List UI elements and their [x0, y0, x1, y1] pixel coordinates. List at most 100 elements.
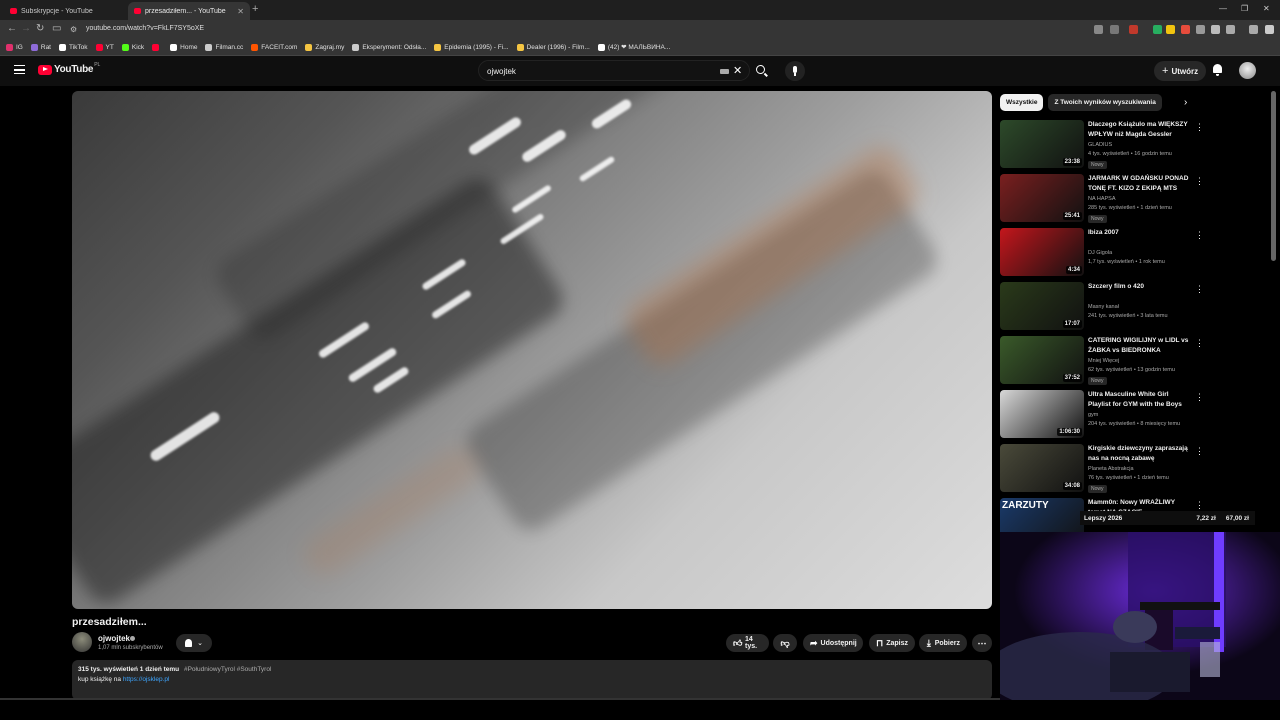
- download-button[interactable]: ⤓ Pobierz: [919, 634, 967, 652]
- more-vertical-icon[interactable]: ⋮: [1195, 392, 1204, 403]
- share-icon[interactable]: [1110, 25, 1119, 34]
- minimize-icon[interactable]: —: [1219, 4, 1227, 13]
- video-thumbnail[interactable]: 1:06:30: [1000, 390, 1084, 438]
- channel-name[interactable]: DJ Gigola: [1088, 250, 1112, 256]
- video-title[interactable]: Ibiza 2007: [1088, 228, 1192, 238]
- more-actions-button[interactable]: ⋯: [972, 634, 992, 652]
- channel-name[interactable]: NA HAPSA: [1088, 196, 1116, 202]
- sidebar-scrollbar[interactable]: [1271, 91, 1276, 261]
- extension-icon[interactable]: [1196, 25, 1205, 34]
- bookmark-page-icon[interactable]: ▭: [52, 23, 61, 34]
- video-thumbnail[interactable]: 4:34: [1000, 228, 1084, 276]
- reload-icon[interactable]: ↻: [36, 23, 44, 34]
- bookmark-item[interactable]: Epidemia (1995) - Fi...: [434, 43, 509, 51]
- save-button[interactable]: ⊓ Zapisz: [869, 634, 915, 652]
- keyboard-icon[interactable]: [720, 69, 729, 74]
- close-tab-icon[interactable]: ✕: [237, 7, 244, 16]
- extension-icon[interactable]: [1153, 25, 1162, 34]
- chevron-right-icon[interactable]: ›: [1184, 97, 1187, 108]
- recommended-video[interactable]: 37:52 CATERING WIGILIJNY w LIDL vs ŻABKA …: [1000, 336, 1204, 388]
- search-input[interactable]: ojwojtek: [487, 67, 516, 76]
- recommended-video[interactable]: 1:06:30 Ultra Masculine White Girl Playli…: [1000, 390, 1204, 442]
- more-vertical-icon[interactable]: ⋮: [1195, 176, 1204, 187]
- recommended-video[interactable]: 25:41 JARMARK W GDAŃSKU PONAD TONĘ FT. KI…: [1000, 174, 1204, 226]
- video-title[interactable]: JARMARK W GDAŃSKU PONAD TONĘ FT. KIZO Z …: [1088, 174, 1192, 193]
- video-thumbnail[interactable]: 25:41: [1000, 174, 1084, 222]
- recommended-video[interactable]: 34:08 Kirgiskie dziewczyny zapraszają nas…: [1000, 444, 1204, 496]
- more-vertical-icon[interactable]: ⋮: [1195, 230, 1204, 241]
- new-tab-icon[interactable]: +: [252, 3, 258, 15]
- video-title[interactable]: Ultra Masculine White Girl Playlist for …: [1088, 390, 1192, 409]
- channel-name[interactable]: Masny kanał: [1088, 304, 1119, 310]
- bookmark-item[interactable]: [152, 43, 162, 51]
- tab-subscriptions[interactable]: Subskrypcje - YouTube: [4, 2, 126, 20]
- bookmark-item[interactable]: Zagraj.my: [305, 43, 344, 51]
- video-thumbnail[interactable]: 37:52: [1000, 336, 1084, 384]
- video-title[interactable]: Dlaczego Książulo ma WIĘKSZY WPŁYW niż M…: [1088, 120, 1192, 139]
- download-icon[interactable]: [1211, 25, 1220, 34]
- bookmark-item[interactable]: YT: [95, 43, 114, 51]
- extension-icon[interactable]: [1166, 25, 1175, 34]
- subscription-bell-button[interactable]: ⌄: [176, 634, 212, 652]
- hamburger-menu-icon[interactable]: [14, 65, 25, 74]
- recommended-video[interactable]: 17:07 Szczery film o 420 Masny kanał 241 ty…: [1000, 282, 1204, 334]
- bookmark-item[interactable]: Kick: [121, 43, 144, 51]
- url-field[interactable]: youtube.com/watch?v=FkLF7SY5oXE: [86, 25, 204, 32]
- brave-shield-icon[interactable]: [1129, 25, 1138, 34]
- more-vertical-icon[interactable]: ⋮: [1195, 122, 1204, 133]
- video-thumbnail[interactable]: 34:08: [1000, 444, 1084, 492]
- recommended-video[interactable]: 4:34 Ibiza 2007 DJ Gigola 1,7 tys. wyświetl…: [1000, 228, 1204, 280]
- more-vertical-icon[interactable]: ⋮: [1195, 284, 1204, 295]
- more-vertical-icon[interactable]: ⋮: [1195, 446, 1204, 457]
- close-window-icon[interactable]: ✕: [1263, 4, 1270, 13]
- video-title[interactable]: Kirgiskie dziewczyny zapraszają nas na n…: [1088, 444, 1192, 463]
- menu-icon[interactable]: [1265, 25, 1274, 34]
- bookmark-item[interactable]: Eksperyment: Odsła...: [352, 43, 426, 51]
- site-info-icon[interactable]: ⚙: [70, 25, 77, 34]
- bookmark-item[interactable]: Home: [170, 43, 197, 51]
- notifications-bell-icon[interactable]: [1212, 64, 1223, 76]
- bookmark-item[interactable]: Rat: [30, 43, 51, 51]
- recommended-video[interactable]: 23:38 Dlaczego Książulo ma WIĘKSZY WPŁYW …: [1000, 120, 1204, 172]
- extension-icon[interactable]: [1181, 25, 1190, 34]
- share-button[interactable]: ➦ Udostępnij: [803, 634, 863, 652]
- more-vertical-icon[interactable]: ⋮: [1195, 338, 1204, 349]
- video-title[interactable]: Szczery film o 420: [1088, 282, 1192, 292]
- channel-name[interactable]: GLADIUS: [1088, 142, 1112, 148]
- channel-name[interactable]: Planeta Abstrakcja: [1088, 466, 1134, 472]
- description-link[interactable]: https://ojsklep.pl: [123, 676, 170, 683]
- bookmark-item[interactable]: TikTok: [59, 43, 88, 51]
- create-button[interactable]: + Utwórz: [1154, 61, 1207, 81]
- account-avatar[interactable]: [1239, 62, 1256, 79]
- bookmark-item[interactable]: Dealer (1996) - Film...: [516, 43, 590, 51]
- link-icon[interactable]: [1226, 25, 1235, 34]
- chip-from-search[interactable]: Z Twoich wyników wyszukiwania: [1048, 94, 1162, 111]
- bookmark-item[interactable]: Filman.cc: [205, 43, 243, 51]
- bookmark-item[interactable]: IG: [6, 43, 23, 51]
- channel-avatar[interactable]: [72, 632, 92, 652]
- clear-search-icon[interactable]: ✕: [733, 64, 742, 77]
- chip-all[interactable]: Wszystkie: [1000, 94, 1044, 111]
- description-box[interactable]: 315 tys. wyświetleń 1 dzień temu #Połudn…: [72, 660, 992, 700]
- channel-name[interactable]: Mniej Więcej: [1088, 358, 1119, 364]
- tab-current-video[interactable]: przesadziłem... - YouTube ✕: [128, 2, 250, 20]
- search-button[interactable]: [751, 60, 771, 81]
- dislike-button[interactable]: 👎︎: [773, 634, 797, 652]
- playlist-icon[interactable]: [1249, 25, 1258, 34]
- channel-name[interactable]: gym: [1088, 412, 1098, 418]
- bookmark-item[interactable]: (42) ❤ МАЛЬВИНА...: [597, 43, 670, 51]
- more-vertical-icon[interactable]: ⋮: [1195, 500, 1204, 511]
- video-title[interactable]: CATERING WIGILIJNY w LIDL vs ŻABKA vs BI…: [1088, 336, 1192, 355]
- video-thumbnail[interactable]: 23:38: [1000, 120, 1084, 168]
- search-box[interactable]: ojwojtek ✕: [478, 60, 750, 81]
- video-player[interactable]: [72, 91, 992, 609]
- voice-search-button[interactable]: [785, 61, 805, 81]
- forward-icon[interactable]: →: [21, 23, 31, 34]
- hashtags[interactable]: #PołudniowyTyrol #SouthTyrol: [184, 666, 271, 673]
- youtube-logo[interactable]: YouTube PL: [38, 62, 100, 75]
- maximize-icon[interactable]: ❐: [1241, 4, 1248, 13]
- like-button[interactable]: 👍︎ 14 tys.: [726, 634, 769, 652]
- back-icon[interactable]: ←: [7, 23, 17, 34]
- bookmark-item[interactable]: FACEIT.com: [251, 43, 297, 51]
- channel-name[interactable]: ojwojtek: [98, 634, 130, 643]
